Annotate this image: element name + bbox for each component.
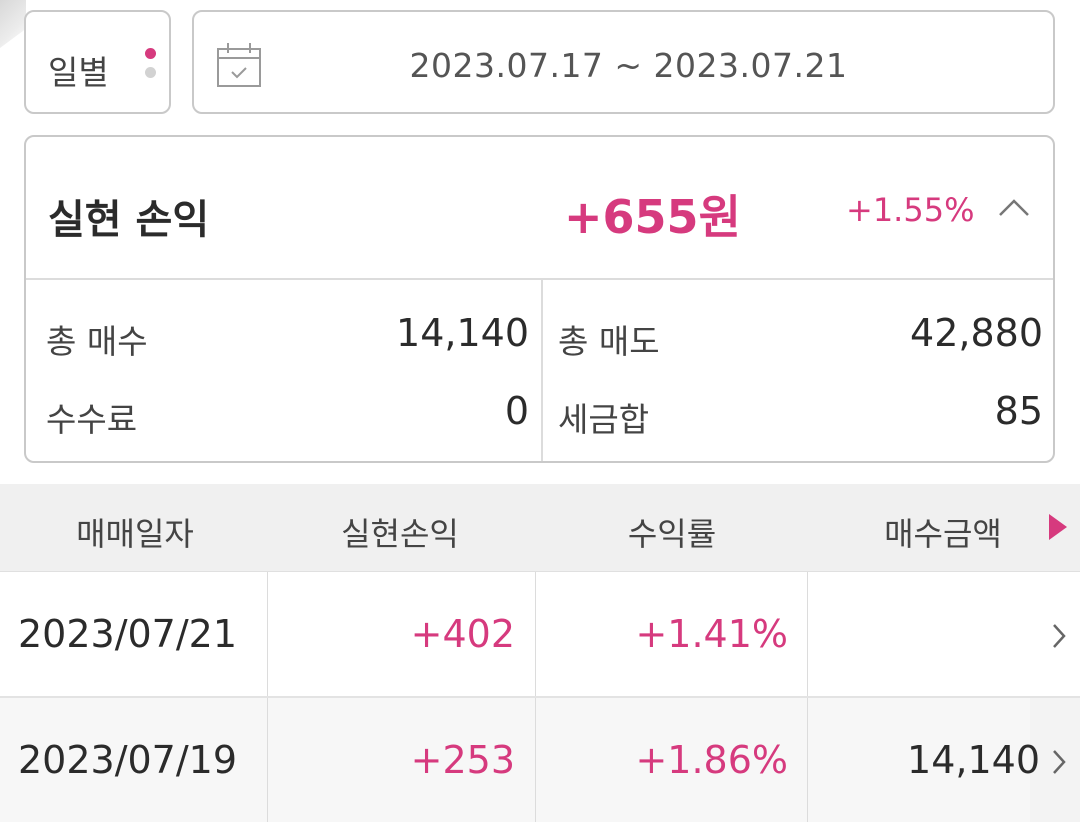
cell-return-rate: +1.86% — [635, 738, 788, 782]
column-divider — [535, 698, 536, 822]
table-header: 매매일자 실현손익 수익률 매수금액 — [0, 484, 1080, 573]
summary-divider — [26, 278, 1053, 280]
realized-pl-summary-card: 실현 손익 +655원 +1.55% 총 매수 14,140 수수료 0 총 매… — [24, 135, 1055, 463]
column-divider — [807, 572, 808, 696]
summary-title: 실현 손익 — [48, 197, 210, 243]
column-divider — [267, 698, 268, 822]
chevron-right-icon[interactable] — [1051, 622, 1067, 650]
chevron-up-icon[interactable] — [998, 197, 1030, 217]
total-buy-value: 14,140 — [396, 311, 529, 355]
toggle-dot-active — [145, 48, 156, 59]
date-range-text: 2023.07.17 ~ 2023.07.21 — [409, 46, 848, 85]
total-buy-label: 총 매수 — [46, 322, 148, 361]
column-divider — [535, 572, 536, 696]
cell-realized-pl: +253 — [410, 738, 515, 782]
tax-value: 85 — [994, 389, 1043, 433]
fee-value: 0 — [504, 389, 529, 433]
table-row[interactable]: 2023/07/21 +402 +1.41% — [0, 572, 1080, 698]
cell-buy-amount: 14,140 — [907, 738, 1040, 782]
header-realized-pl: 실현손익 — [341, 515, 459, 553]
summary-divider-vertical — [541, 280, 543, 461]
column-divider — [807, 698, 808, 822]
total-sell-label: 총 매도 — [558, 322, 660, 361]
toggle-dot-inactive — [145, 67, 156, 78]
fee-label: 수수료 — [46, 400, 138, 439]
corner-shade — [0, 0, 26, 48]
summary-amount: +655원 — [564, 190, 741, 244]
period-select[interactable]: 일별 — [24, 10, 171, 114]
summary-rate: +1.55% — [846, 191, 975, 229]
date-range-picker[interactable]: 2023.07.17 ~ 2023.07.21 — [192, 10, 1055, 114]
cell-realized-pl: +402 — [410, 612, 515, 656]
cell-return-rate: +1.41% — [635, 612, 788, 656]
cell-trade-date: 2023/07/21 — [18, 612, 238, 656]
header-trade-date: 매매일자 — [76, 515, 194, 553]
header-return-rate: 수익률 — [627, 515, 717, 553]
chevron-right-icon[interactable] — [1051, 748, 1067, 776]
cell-trade-date: 2023/07/19 — [18, 738, 238, 782]
tax-label: 세금합 — [558, 400, 650, 439]
column-divider — [267, 572, 268, 696]
table-row[interactable]: 2023/07/19 +253 +1.86% 14,140 — [0, 698, 1080, 822]
header-buy-amount: 매수금액 — [884, 515, 1002, 553]
scroll-right-icon[interactable] — [1047, 512, 1069, 542]
period-label: 일별 — [48, 53, 109, 92]
total-sell-value: 42,880 — [910, 311, 1043, 355]
